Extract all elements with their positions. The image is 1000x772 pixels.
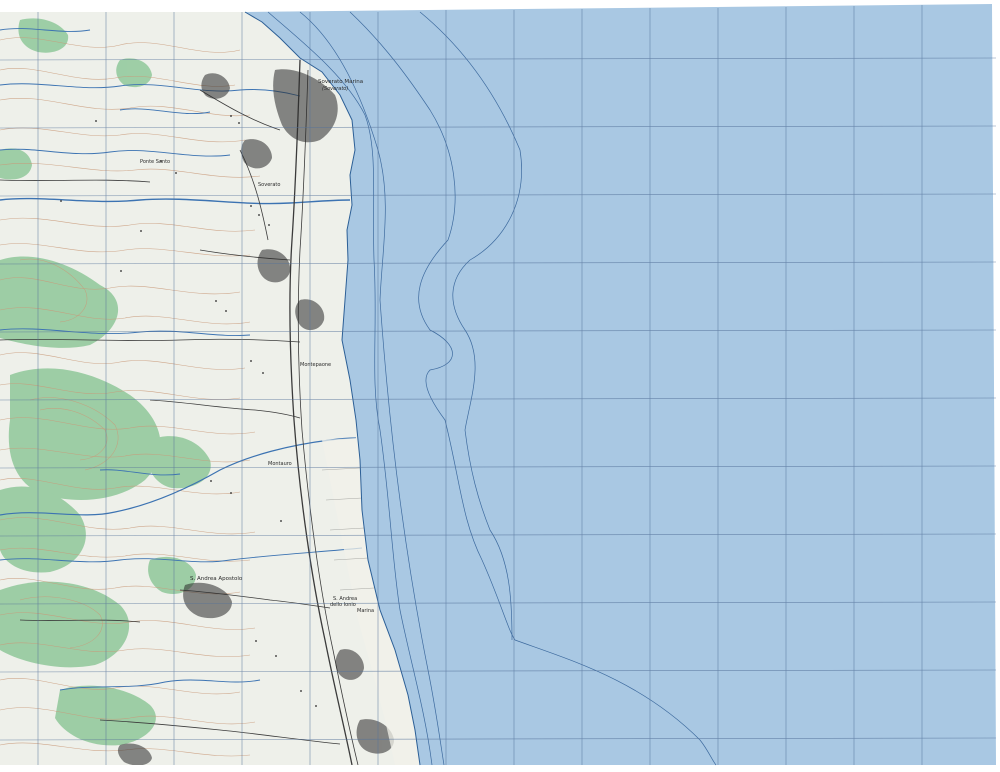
label-town-north: Soverato Marina [318, 79, 363, 85]
label-place-3: Montauro [268, 461, 292, 467]
label-place-4: Ponte Santo [140, 159, 170, 165]
label-town-north-sub: (Soverato) [322, 86, 348, 92]
label-town-south: S. Andrea Apostolo [190, 576, 243, 582]
topographic-map[interactable]: Soverato Marina (Soverato) Soverato Mont… [0, 0, 1000, 772]
label-town-south-3: dello Ionio [330, 602, 356, 608]
label-place-1: Soverato [258, 182, 280, 188]
label-town-south-4: Marina [357, 608, 374, 614]
label-place-2: Montepaone [300, 362, 331, 368]
